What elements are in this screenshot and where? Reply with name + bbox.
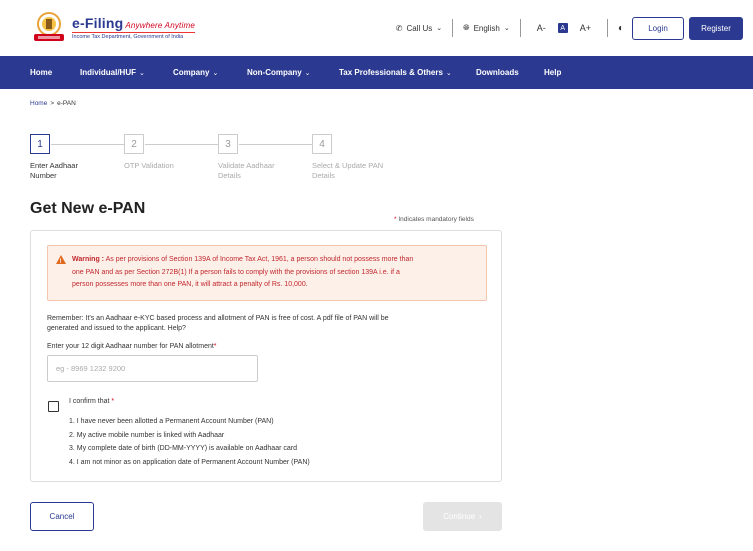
step-connector xyxy=(239,144,312,145)
chevron-down-icon: ⌄ xyxy=(503,25,510,32)
contrast-icon[interactable]: ◐ xyxy=(618,23,624,34)
step-4-indicator: 4 xyxy=(312,134,332,154)
nav-item-company[interactable]: Company ⌄ xyxy=(173,56,218,89)
list-item: 2. My active mobile number is linked wit… xyxy=(69,431,225,439)
efiling-logo[interactable]: e-Filing Anywhere Anytime Income Tax Depa… xyxy=(30,11,195,43)
confirm-label: I confirm that * xyxy=(69,398,115,405)
font-normal-button[interactable]: A xyxy=(557,23,568,33)
mandatory-note: * Indicates mandatory fields xyxy=(394,216,474,223)
step-1-indicator: 1 xyxy=(30,134,50,154)
confirm-conditions-list: 1. I have never been allotted a Permanen… xyxy=(69,415,310,469)
step-3-indicator: 3 xyxy=(218,134,238,154)
aadhaar-number-input[interactable] xyxy=(47,355,258,382)
warning-icon xyxy=(56,255,66,269)
nav-item-tax-professionals[interactable]: Tax Professionals & Others ⌄ xyxy=(339,56,452,89)
font-decrease-button[interactable]: A- xyxy=(537,23,546,33)
step-2-label: OTP Validation xyxy=(124,161,174,170)
chevron-right-icon: › xyxy=(479,512,482,521)
login-button[interactable]: Login xyxy=(632,16,684,40)
nav-item-help[interactable]: Help xyxy=(544,56,561,89)
breadcrumb-separator: > xyxy=(50,100,55,107)
language-label: English xyxy=(473,23,500,33)
step-1-label: Enter Aadhaar Number xyxy=(30,161,78,180)
logo-tagline: Anywhere Anytime xyxy=(125,20,195,30)
aadhaar-field-label: Enter your 12 digit Aadhaar number for P… xyxy=(47,343,217,350)
language-dropdown[interactable]: 🌐︎ English ⌄ xyxy=(463,23,510,33)
step-connector xyxy=(51,144,124,145)
main-nav: Home Individual/HUF ⌄ Company ⌄ Non-Compan… xyxy=(0,56,753,89)
list-item: 3. My complete date of birth (DD-MM-YYYY… xyxy=(69,445,297,452)
site-header: e-Filing Anywhere Anytime Income Tax Depa… xyxy=(0,0,753,56)
globe-icon: 🌐︎ xyxy=(463,23,470,32)
phone-icon: ✆ xyxy=(395,23,403,33)
call-us-dropdown[interactable]: ✆ Call Us ⌄ xyxy=(396,24,442,33)
breadcrumb: Home > e-PAN xyxy=(30,100,76,107)
step-2-indicator: 2 xyxy=(124,134,144,154)
header-utilities: ✆ Call Us ⌄ 🌐︎ English ⌄ A- A A+ ◐ Login… xyxy=(396,16,743,40)
list-item: 1. I have never been allotted a Permanen… xyxy=(69,418,274,425)
progress-stepper: 1 2 3 4 Enter Aadhaar Number OTP Validat… xyxy=(30,134,510,184)
step-connector xyxy=(145,144,218,145)
chevron-down-icon: ⌄ xyxy=(212,69,219,77)
nav-item-home[interactable]: Home xyxy=(30,56,52,89)
step-3-label: Validate Aadhaar Details xyxy=(218,161,275,180)
chevron-down-icon: ⌄ xyxy=(304,69,311,77)
breadcrumb-home[interactable]: Home xyxy=(30,100,47,107)
warning-alert: Warning : As per provisions of Section 1… xyxy=(47,245,487,301)
register-button[interactable]: Register xyxy=(689,16,743,40)
continue-button[interactable]: Continue › xyxy=(423,502,502,531)
confirm-checkbox[interactable] xyxy=(48,401,59,412)
page-title: Get New e-PAN xyxy=(30,200,146,217)
divider xyxy=(452,19,454,37)
remember-note: Remember: It's an Aadhaar e-KYC based pr… xyxy=(47,315,389,332)
font-increase-button[interactable]: A+ xyxy=(580,23,591,33)
epan-form-card: Warning : As per provisions of Section 1… xyxy=(30,230,502,482)
nav-item-individual-huf[interactable]: Individual/HUF ⌄ xyxy=(80,56,145,89)
warning-label: Warning : xyxy=(72,256,105,263)
divider xyxy=(606,19,608,37)
nav-item-downloads[interactable]: Downloads xyxy=(476,56,519,89)
cancel-button[interactable]: Cancel xyxy=(30,502,94,531)
logo-subtitle: Income Tax Department, Government of Ind… xyxy=(72,31,195,40)
logo-title: e-Filing xyxy=(72,14,124,31)
nav-item-non-company[interactable]: Non-Company ⌄ xyxy=(247,56,311,89)
chevron-down-icon: ⌄ xyxy=(436,25,443,32)
list-item: 4. I am not minor as on application date… xyxy=(69,458,310,466)
chevron-down-icon: ⌄ xyxy=(139,69,145,77)
divider xyxy=(519,19,521,37)
emblem-icon xyxy=(30,11,68,43)
breadcrumb-current: e-PAN xyxy=(57,100,76,107)
step-4-label: Select & Update PAN Details xyxy=(312,161,384,180)
call-us-label: Call Us xyxy=(406,23,433,33)
chevron-down-icon: ⌄ xyxy=(445,69,452,77)
